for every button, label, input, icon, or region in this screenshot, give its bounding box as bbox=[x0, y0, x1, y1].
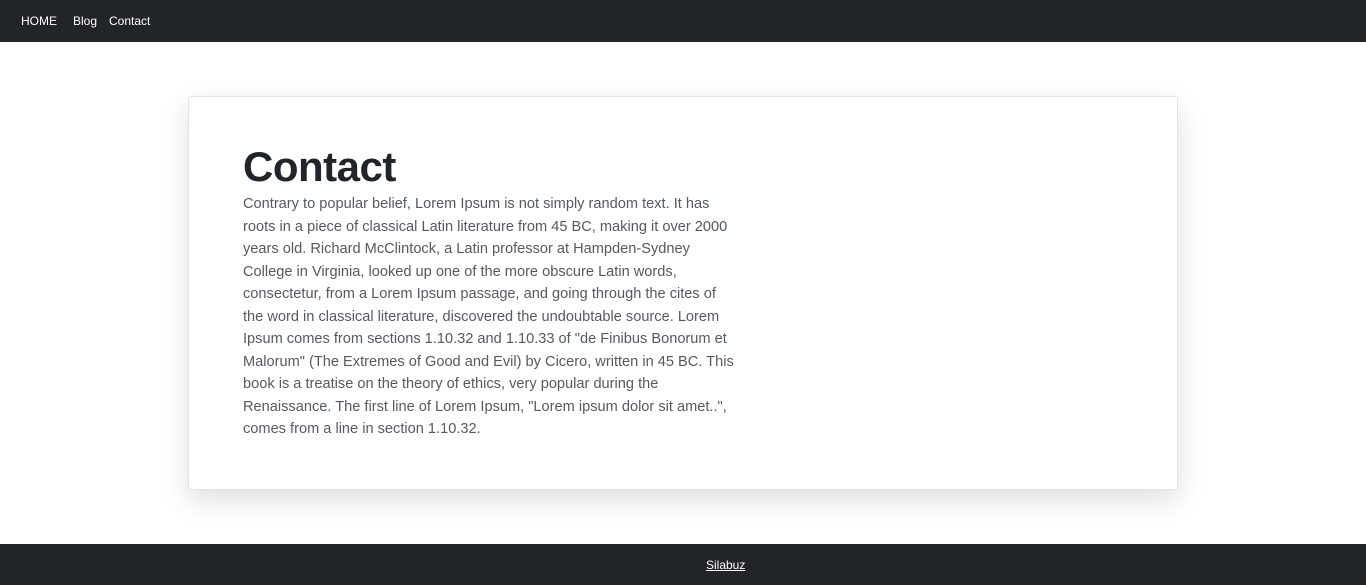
page-footer: Silabuz bbox=[0, 544, 1366, 585]
top-navbar: HOME Blog Contact bbox=[0, 0, 1366, 42]
contact-body-text: Contrary to popular belief, Lorem Ipsum … bbox=[243, 196, 734, 437]
contact-card: Contact Contrary to popular belief, Lore… bbox=[188, 96, 1178, 490]
nav-blog-link[interactable]: Blog bbox=[73, 14, 97, 28]
nav-home-link[interactable]: HOME bbox=[21, 14, 57, 28]
footer-silabuz-link[interactable]: Silabuz bbox=[706, 558, 745, 572]
nav-contact-link[interactable]: Contact bbox=[109, 14, 150, 28]
page-title: Contact bbox=[243, 143, 396, 190]
